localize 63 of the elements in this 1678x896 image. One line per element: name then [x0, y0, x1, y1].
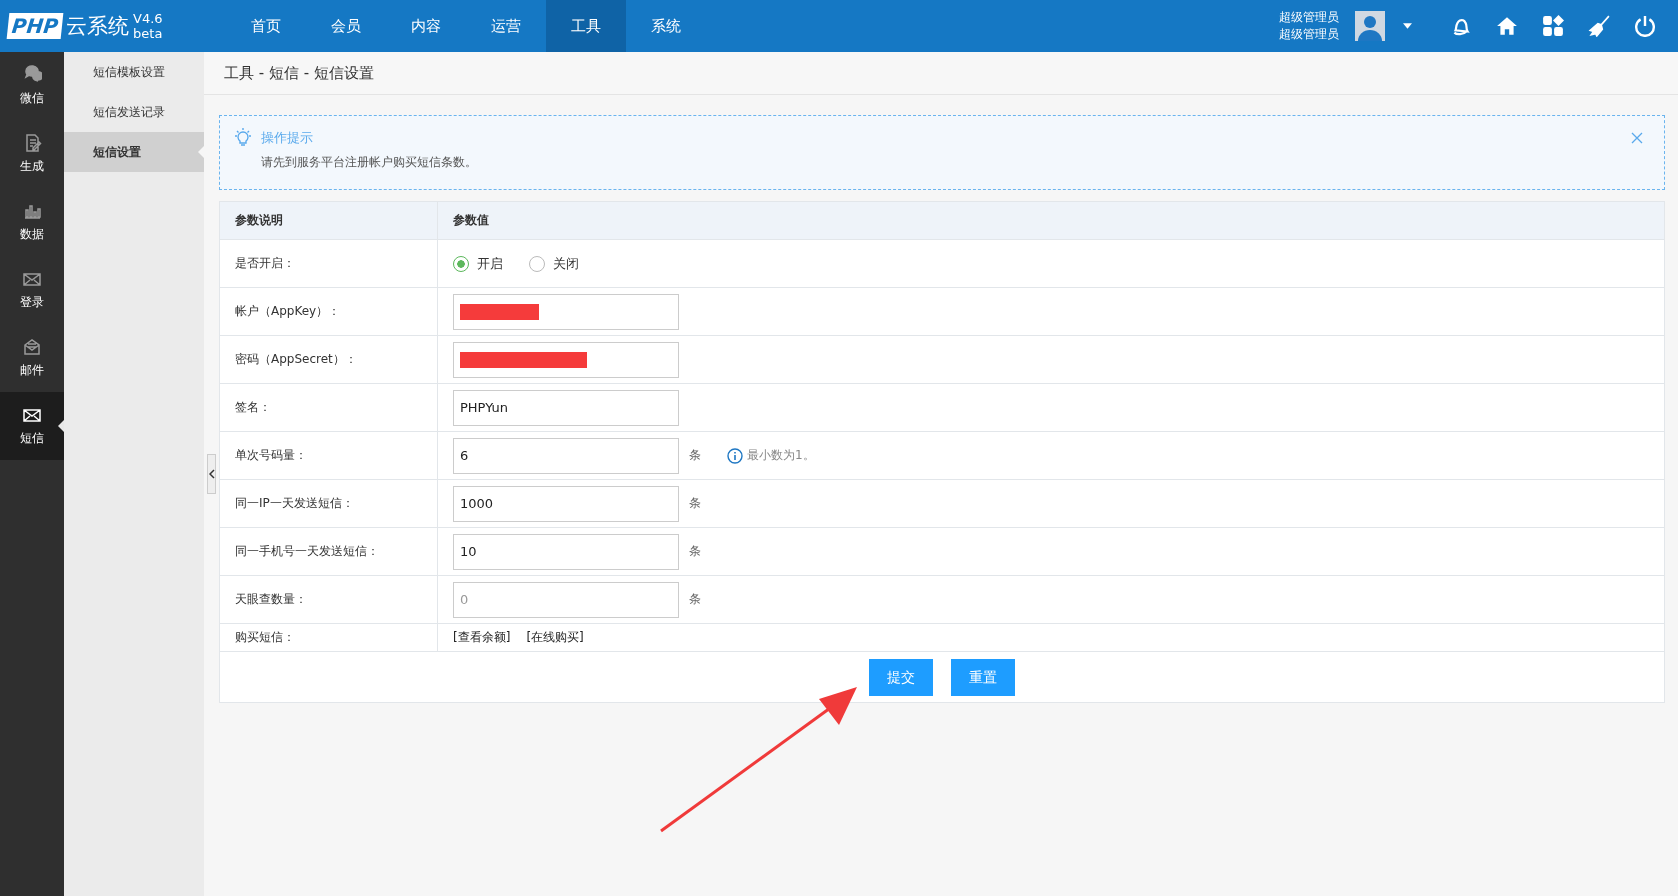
text-link[interactable]: [在线购买] [526, 629, 584, 646]
input-field[interactable]: PHPYun [453, 389, 679, 426]
column-header: 参数说明 [220, 202, 438, 239]
user-name: 超级管理员 [1279, 9, 1339, 26]
edition-label: beta [133, 26, 163, 41]
unit-label: 条 [689, 543, 701, 560]
logo-badge: PHP [6, 13, 64, 39]
top-nav-tab[interactable]: 内容 [386, 0, 466, 52]
input-field[interactable]: 10 [453, 533, 679, 570]
side-rail-item[interactable]: 生成 [0, 120, 64, 188]
top-nav-tab[interactable]: 工具 [546, 0, 626, 52]
broom-icon[interactable] [1588, 15, 1610, 37]
radio-label: 开启 [477, 254, 503, 273]
field-label: 密码（AppSecret）： [235, 351, 357, 368]
top-nav-tab[interactable]: 会员 [306, 0, 386, 52]
field-label: 是否开启： [235, 255, 295, 272]
sub-nav-item[interactable]: 短信模板设置 [64, 52, 204, 92]
tip-title: 操作提示 [261, 129, 313, 147]
side-rail-item[interactable]: 微信 [0, 52, 64, 120]
version-label: V4.6 [133, 11, 163, 26]
caret-icon[interactable] [1403, 23, 1412, 29]
home-icon[interactable] [1496, 15, 1518, 37]
mailbox-icon [22, 337, 42, 357]
avatar-icon[interactable] [1355, 11, 1385, 41]
side-rail-item[interactable]: 邮件 [0, 324, 64, 392]
chat-bubbles-icon [22, 65, 42, 85]
hint-text: 最小数为1。 [747, 447, 815, 464]
input-field[interactable]: 1000 [453, 485, 679, 522]
field-label: 购买短信： [235, 629, 295, 646]
top-nav-tab[interactable]: 运营 [466, 0, 546, 52]
field-label: 签名： [235, 399, 271, 416]
field-label: 同一IP一天发送短信： [235, 495, 354, 512]
field-label: 单次号码量： [235, 447, 307, 464]
field-label: 天眼查数量： [235, 591, 307, 608]
power-icon[interactable] [1634, 15, 1656, 37]
text-link[interactable]: [查看余额] [453, 629, 511, 646]
side-rail-item[interactable]: 数据 [0, 188, 64, 256]
info-icon [727, 447, 743, 464]
top-nav-tab[interactable]: 首页 [226, 0, 306, 52]
input-field[interactable]: 0 [453, 581, 679, 618]
side-rail-item[interactable]: 短信 [0, 392, 64, 460]
top-nav-tab[interactable]: 系统 [626, 0, 706, 52]
sub-nav-item[interactable]: 短信设置 [64, 132, 204, 172]
logo-title: 云系统 [66, 13, 130, 40]
sub-nav-item[interactable]: 短信发送记录 [64, 92, 204, 132]
unit-label: 条 [689, 591, 701, 608]
unit-label: 条 [689, 447, 701, 464]
unit-label: 条 [689, 495, 701, 512]
column-header: 参数值 [452, 212, 490, 229]
radio-label: 关闭 [553, 254, 579, 273]
input-field[interactable]: 6 [453, 437, 679, 474]
lightbulb-icon [233, 128, 253, 148]
input-field[interactable] [453, 341, 679, 378]
tip-text: 请先到服务平台注册帐户购买短信条数。 [261, 154, 478, 171]
side-rail-item[interactable]: 登录 [0, 256, 64, 324]
close-icon[interactable] [1631, 132, 1643, 144]
grid-icon[interactable] [1542, 15, 1564, 37]
field-label: 帐户（AppKey）： [235, 303, 341, 320]
user-role: 超级管理员 [1279, 26, 1339, 43]
collapse-handle[interactable] [207, 454, 216, 494]
radio-button[interactable] [453, 255, 469, 272]
input-field[interactable] [453, 293, 679, 330]
field-label: 同一手机号一天发送短信： [235, 543, 379, 560]
